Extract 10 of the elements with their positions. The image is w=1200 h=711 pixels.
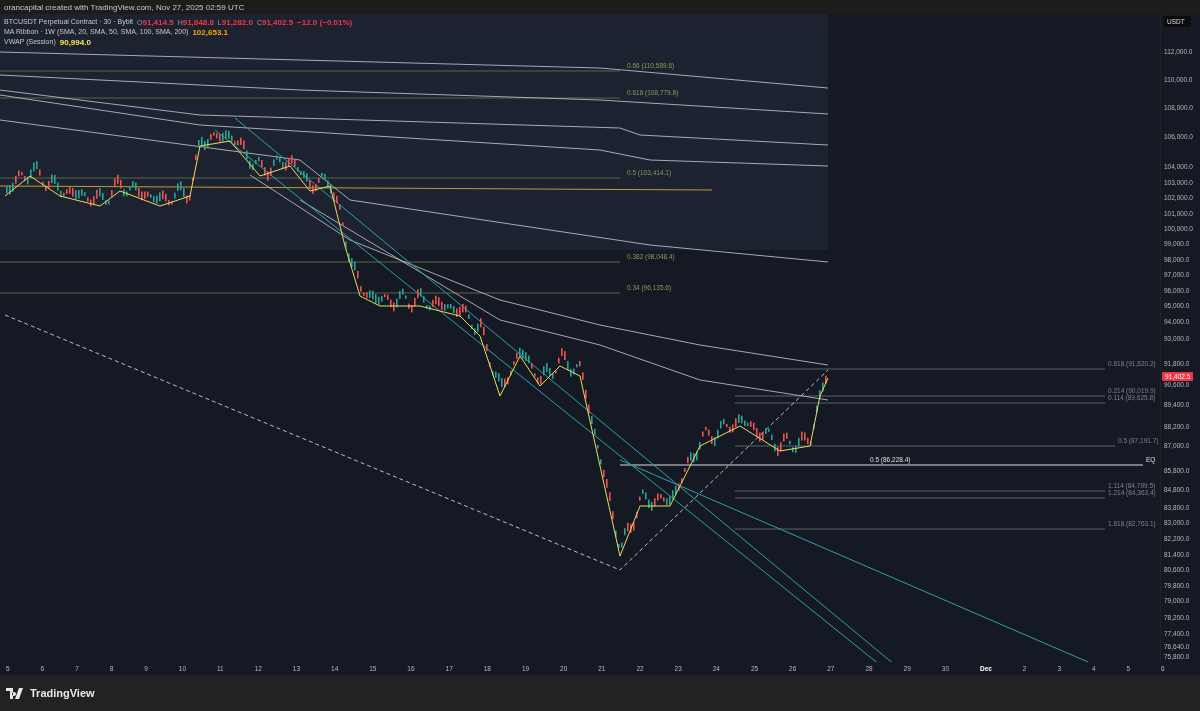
- brand-name: TradingView: [30, 687, 95, 699]
- logo-icon: [6, 687, 26, 699]
- chart-credit: orancapital created with TradingView.com, Nov 27, 2025 02:59 UTC: [4, 2, 245, 12]
- indicator-value: 102,653.1: [192, 28, 228, 37]
- indicator-value: 90,994.0: [59, 38, 91, 47]
- indicator-value: 91,282.0: [221, 18, 253, 27]
- indicator-value: −12.0 (−0.01%): [297, 18, 353, 27]
- indicator-value: 91,848.8: [182, 18, 214, 27]
- indicator-value: 91,414.5: [142, 18, 174, 27]
- indicator-value: 91,402.5: [261, 18, 294, 27]
